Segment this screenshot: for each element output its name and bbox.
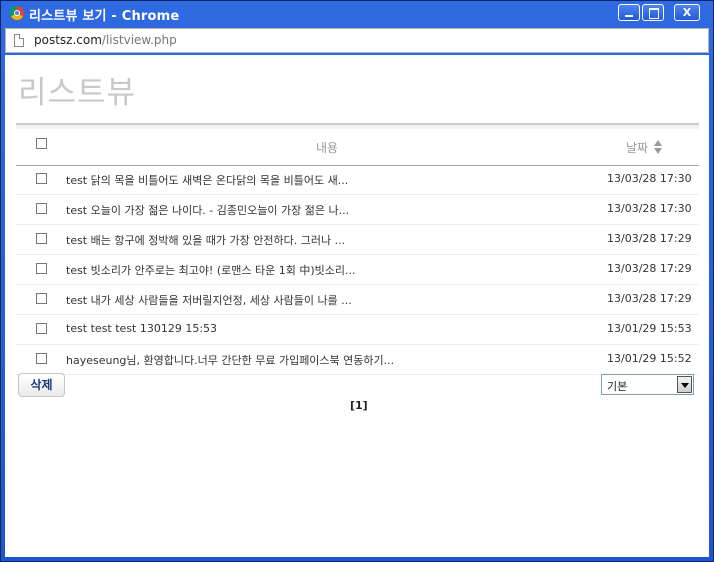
row-title-link[interactable]: test test test 130129 15:53 [66,322,217,335]
row-checkbox[interactable] [36,353,47,364]
page-title: 리스트뷰 [18,75,137,111]
delete-button[interactable]: 삭제 [18,373,65,397]
row-date: 13/03/28 17:29 [607,292,692,305]
row-title-link[interactable]: test 내가 세상 사람들을 저버릴지언정, 세상 사람들이 나를 ... [66,292,352,308]
window-title: 리스트뷰 보기 - Chrome [29,9,180,24]
table-row: test 배는 항구에 정박해 있을 때가 가장 안전하다. 그러나 ... 1… [16,225,699,255]
row-checkbox[interactable] [36,263,47,274]
column-header-content[interactable]: 내용 [316,139,338,156]
column-header-date[interactable]: 날짜 [626,139,648,156]
chevron-down-icon[interactable] [677,376,692,393]
sort-select-value: 기본 [607,380,628,393]
row-checkbox[interactable] [36,173,47,184]
sort-select[interactable]: 기본 [601,374,694,395]
browser-window: 리스트뷰 보기 - Chrome X postsz.com/listview.p… [0,0,714,562]
table-row: test 빗소리가 안주로는 최고야! (로맨스 타운 1회 中)빗소리... … [16,255,699,285]
row-checkbox[interactable] [36,323,47,334]
url-path: /listview.php [101,33,177,47]
table-row: test 오늘이 가장 젊은 나이다. - 김종민오늘이 가장 젊은 나... … [16,195,699,225]
table-row: test 닭의 목을 비틀어도 새벽은 온다닭의 목을 비틀어도 새... 13… [16,165,699,195]
sort-arrows-icon[interactable] [654,140,663,156]
row-date: 13/01/29 15:52 [607,352,692,365]
page-content: 리스트뷰 내용 날짜 test 닭의 목을 비틀어도 새벽은 온다닭의 목을 비… [5,55,709,557]
row-title-link[interactable]: hayeseung님, 환영합니다.너무 간단한 무료 가입페이스북 연동하기.… [66,352,394,368]
close-button[interactable]: X [674,4,700,21]
address-bar[interactable]: postsz.com/listview.php [5,28,709,53]
row-title-link[interactable]: test 닭의 목을 비틀어도 새벽은 온다닭의 목을 비틀어도 새... [66,172,348,188]
row-date: 13/01/29 15:53 [607,322,692,335]
row-date: 13/03/28 17:30 [607,202,692,215]
row-title-link[interactable]: test 배는 항구에 정박해 있을 때가 가장 안전하다. 그러나 ... [66,232,345,248]
row-date: 13/03/28 17:29 [607,262,692,275]
row-checkbox[interactable] [36,203,47,214]
url-text[interactable]: postsz.com/listview.php [34,33,177,47]
row-title-link[interactable]: test 빗소리가 안주로는 최고야! (로맨스 타운 1회 中)빗소리... [66,262,355,278]
page-icon [14,34,24,47]
pagination-current-page[interactable]: [1] [350,399,368,412]
title-bar[interactable]: 리스트뷰 보기 - Chrome X [1,1,713,25]
row-title-link[interactable]: test 오늘이 가장 젊은 나이다. - 김종민오늘이 가장 젊은 나... [66,202,349,218]
maximize-button[interactable] [642,4,664,21]
minimize-icon [625,15,633,17]
row-date: 13/03/28 17:30 [607,172,692,185]
table-row: hayeseung님, 환영합니다.너무 간단한 무료 가입페이스북 연동하기.… [16,345,699,375]
row-date: 13/03/28 17:29 [607,232,692,245]
select-all-checkbox[interactable] [36,138,47,149]
table-body: test 닭의 목을 비틀어도 새벽은 온다닭의 목을 비틀어도 새... 13… [16,165,699,375]
table-header: 내용 날짜 [16,129,699,166]
row-checkbox[interactable] [36,293,47,304]
table-row: test test test 130129 15:53 13/01/29 15:… [16,315,699,345]
maximize-icon [649,8,659,19]
row-checkbox[interactable] [36,233,47,244]
minimize-button[interactable] [618,4,640,21]
table-row: test 내가 세상 사람들을 저버릴지언정, 세상 사람들이 나를 ... 1… [16,285,699,315]
url-host: postsz.com [34,33,102,47]
chrome-icon [10,6,24,20]
